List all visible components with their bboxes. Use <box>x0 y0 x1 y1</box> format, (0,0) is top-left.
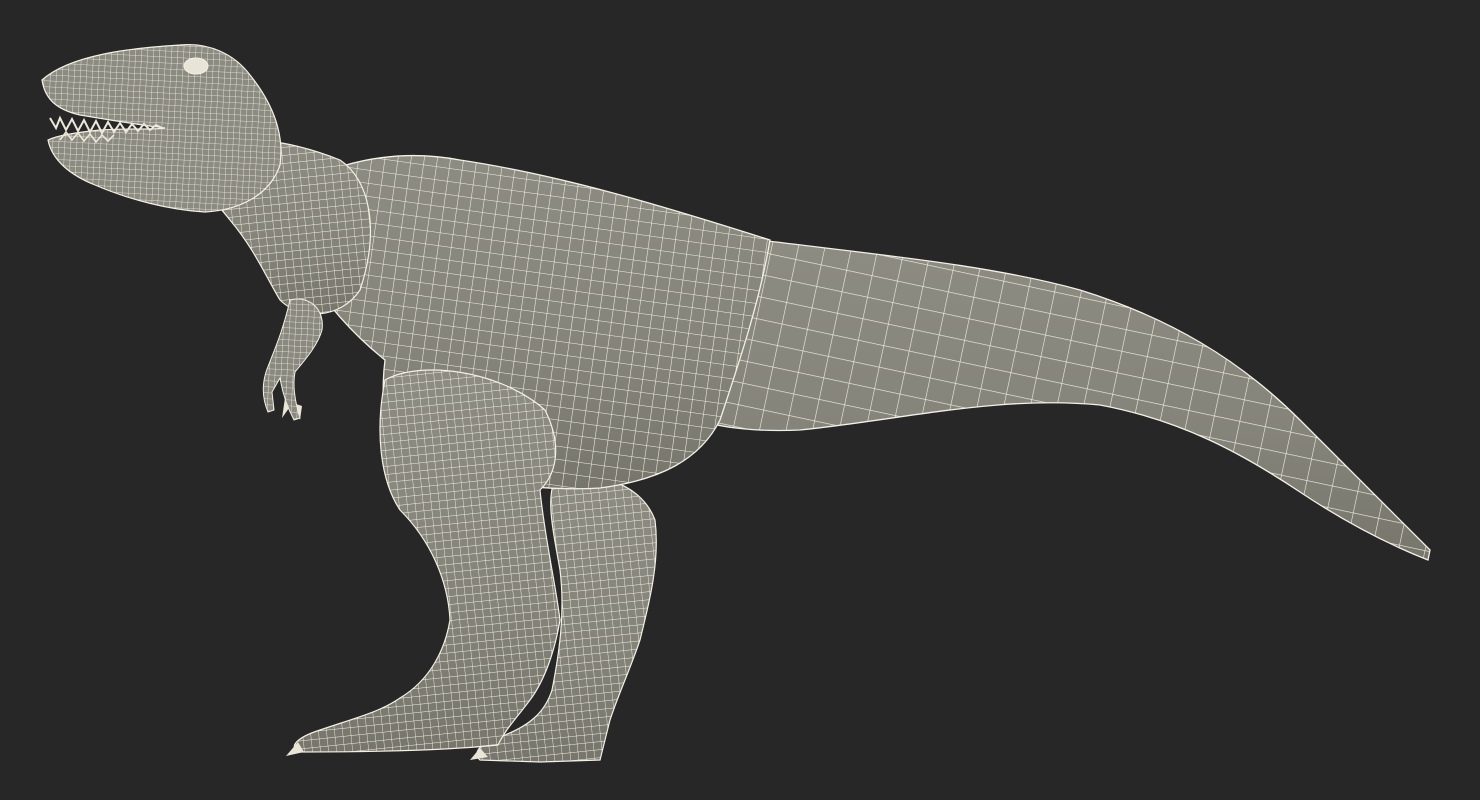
eye <box>183 57 209 75</box>
forelimb <box>262 298 323 421</box>
head <box>41 43 282 213</box>
trex-wireframe-render <box>41 43 1431 763</box>
tail <box>699 239 1431 561</box>
render-viewport <box>0 0 1480 800</box>
near-leg <box>293 369 561 753</box>
